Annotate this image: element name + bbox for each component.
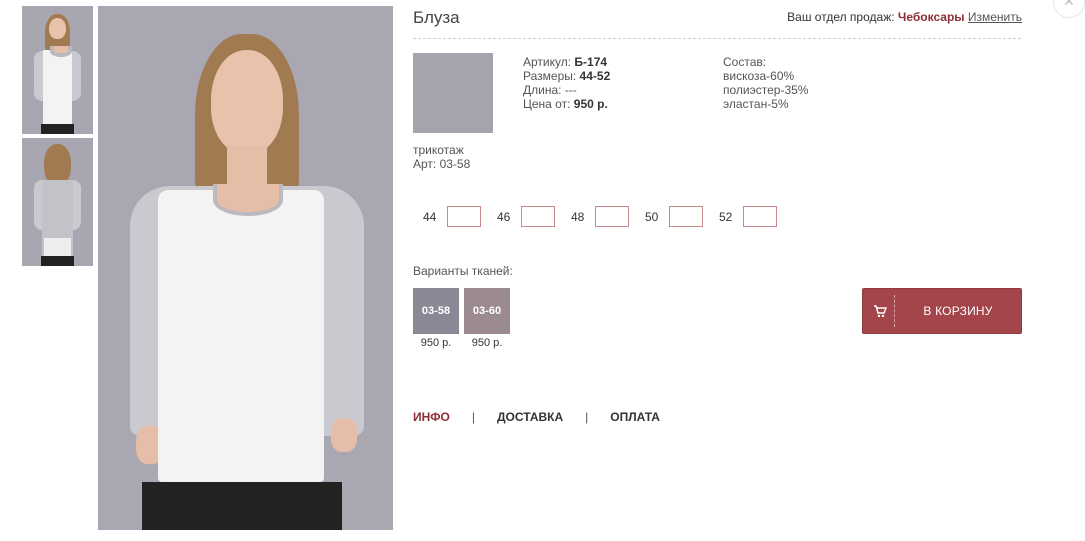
thumbnail-back-image [22,138,93,266]
department-label: Ваш отдел продаж: [787,10,895,24]
length-value: --- [564,83,577,97]
tab-divider: | [471,410,475,424]
composition-item: полиэстер-35% [723,83,809,97]
size-item-50: 50 [645,206,703,227]
sizes-value: 44-52 [579,69,611,83]
product-thumbnail-back[interactable] [22,138,93,266]
size-item-46: 46 [497,206,555,227]
size-label: 44 [423,209,437,224]
product-thumbnail-front[interactable] [22,6,93,134]
length-row: Длина: --- [523,83,610,97]
composition-item: вискоза-60% [723,69,795,83]
close-icon[interactable]: ✕ [1053,0,1085,18]
sizes-label: Размеры: [523,69,577,83]
quantity-input-46[interactable] [521,206,555,227]
sizes-row: Размеры: 44-52 [523,69,610,83]
thumbnail-front-image [22,6,93,134]
size-item-52: 52 [719,206,777,227]
composition: Состав: вискоза-60% полиэстер-35% эласта… [723,55,808,111]
variant-price: 950 р. [420,337,452,349]
price-value: 950 р. [573,97,608,111]
model-figure [98,6,393,530]
variant-swatch-03-60[interactable]: 03-60 [464,288,510,334]
quantity-input-52[interactable] [743,206,777,227]
info-tabs: ИНФО | ДОСТАВКА | ОПЛАТА [413,410,660,424]
size-quantity-row: 44 46 48 50 52 [423,206,793,227]
variants-label: Варианты тканей: [413,264,513,278]
article-value: Б-174 [574,55,608,69]
variant-swatch-03-58[interactable]: 03-58 [413,288,459,334]
size-label: 50 [645,209,659,224]
add-to-cart-button[interactable]: В КОРЗИНУ [862,288,1022,334]
size-label: 46 [497,209,511,224]
department-city: Чебоксары [897,10,965,24]
product-title: Блуза [413,8,460,27]
sales-department: Ваш отдел продаж: Чебоксары Изменить [787,10,1022,24]
header-divider [413,38,1021,39]
variant-price: 950 р. [471,337,503,349]
cart-icon [873,304,888,318]
size-label: 48 [571,209,585,224]
change-department-link[interactable]: Изменить [968,10,1022,24]
size-item-44: 44 [423,206,481,227]
fabric-swatch [413,53,493,133]
tab-divider: | [585,410,589,424]
tab-delivery[interactable]: ДОСТАВКА [497,410,563,424]
size-label: 52 [719,209,733,224]
composition-item: эластан-5% [723,97,789,111]
composition-label: Состав: [723,55,767,69]
fabric-name: трикотаж [413,143,464,157]
quantity-input-44[interactable] [447,206,481,227]
quantity-input-48[interactable] [595,206,629,227]
price-row: Цена от: 950 р. [523,97,610,111]
product-main-image[interactable] [98,6,393,530]
fabric-art: Арт: 03-58 [413,157,471,171]
price-label: Цена от: [523,97,571,111]
size-item-48: 48 [571,206,629,227]
article-label: Артикул: [523,55,572,69]
article-row: Артикул: Б-174 [523,55,610,69]
tab-info[interactable]: ИНФО [413,410,450,424]
tab-payment[interactable]: ОПЛАТА [610,410,660,424]
product-details: Артикул: Б-174 Размеры: 44-52 Длина: ---… [523,55,610,111]
length-label: Длина: [523,83,562,97]
fabric-note: трикотаж Арт: 03-58 [413,143,470,171]
add-to-cart-label: В КОРЗИНУ [923,304,993,318]
quantity-input-50[interactable] [669,206,703,227]
